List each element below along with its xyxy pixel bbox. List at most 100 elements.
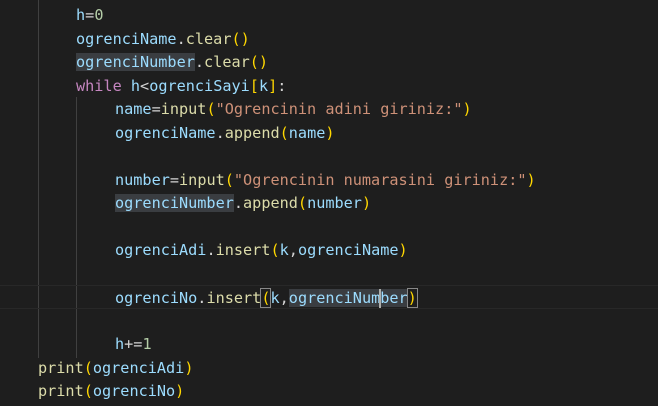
code-token: = bbox=[85, 6, 95, 24]
code-text: number=input("Ogrencinin numarasini giri… bbox=[115, 168, 536, 192]
code-token: k bbox=[258, 76, 269, 95]
code-token: ( bbox=[297, 194, 308, 212]
code-token: h bbox=[115, 335, 125, 353]
code-token: print bbox=[38, 358, 84, 377]
code-text: name=input("Ogrencinin adini giriniz:") bbox=[115, 97, 472, 121]
code-token: number bbox=[307, 194, 362, 212]
code-line[interactable]: name=input("Ogrencinin adini giriniz:") bbox=[0, 97, 658, 121]
code-line[interactable]: ogrenciName.append(name) bbox=[0, 121, 658, 145]
code-token: , bbox=[279, 289, 289, 307]
code-line[interactable]: print(ogrenciAdi) bbox=[0, 356, 658, 380]
code-text: ogrenciName.append(name) bbox=[115, 121, 335, 145]
code-token: ogrenciAdi bbox=[115, 241, 207, 259]
code-token: ) bbox=[526, 170, 536, 189]
code-editor[interactable]: h=0 ogrenciName.clear() ogrenciNumber.clea… bbox=[0, 0, 658, 406]
code-token: "Ogrencinin numarasini giriniz:" bbox=[233, 170, 527, 189]
code-line[interactable] bbox=[0, 215, 658, 239]
code-token: ogrenciNumber bbox=[288, 289, 408, 308]
code-token: print bbox=[38, 382, 84, 400]
code-token: h bbox=[76, 6, 86, 24]
code-token: . bbox=[194, 53, 205, 71]
code-line[interactable]: print(ogrenciNo) bbox=[0, 379, 658, 403]
code-line[interactable] bbox=[0, 309, 658, 333]
code-token: name bbox=[288, 123, 326, 142]
text-cursor bbox=[379, 289, 382, 308]
code-token: ) bbox=[325, 123, 335, 142]
code-line[interactable]: h=0 bbox=[0, 3, 658, 27]
code-token: ) bbox=[406, 288, 418, 308]
code-token: ) bbox=[184, 358, 194, 377]
code-token: insert bbox=[215, 241, 271, 259]
code-text: ogrenciName.clear() bbox=[76, 27, 250, 51]
code-token: while bbox=[76, 76, 122, 95]
code-text: ogrenciNumber.append(number) bbox=[115, 191, 371, 215]
code-text: print(ogrenciNo) bbox=[38, 379, 184, 403]
code-token: append bbox=[243, 194, 298, 212]
code-token: = bbox=[169, 170, 180, 189]
code-token: clear bbox=[185, 29, 232, 48]
code-token: ( bbox=[83, 382, 93, 400]
code-text: while h<ogrenciSayi[k]: bbox=[76, 74, 286, 98]
code-token: . bbox=[233, 194, 244, 212]
code-token: ) bbox=[361, 194, 372, 212]
code-token: ( bbox=[224, 170, 234, 189]
code-line[interactable]: number=input("Ogrencinin numarasini giri… bbox=[0, 168, 658, 192]
code-token: ogrenciName bbox=[115, 123, 216, 142]
code-token: h bbox=[130, 76, 141, 95]
code-token: () bbox=[231, 29, 250, 48]
code-text: h=0 bbox=[76, 3, 103, 27]
code-line[interactable]: ogrenciName.clear() bbox=[0, 27, 658, 51]
code-token: ogrenciSayi bbox=[149, 76, 250, 95]
code-token: ogrenciNumber bbox=[115, 194, 234, 212]
code-token: < bbox=[140, 76, 150, 95]
code-line[interactable] bbox=[0, 262, 658, 286]
code-token: name bbox=[115, 100, 152, 118]
code-line[interactable]: ogrenciNo.insert(k,ogrenciNumber) bbox=[0, 285, 658, 309]
code-token: ( bbox=[270, 241, 280, 259]
code-line[interactable]: while h<ogrenciSayi[k]: bbox=[0, 74, 658, 98]
code-token: "Ogrencinin adini giriniz:" bbox=[215, 100, 463, 118]
code-token: ] bbox=[268, 76, 278, 95]
code-token: ( bbox=[206, 100, 216, 118]
code-token: append bbox=[224, 123, 280, 142]
code-token: input bbox=[160, 100, 207, 118]
code-token: . bbox=[176, 29, 186, 48]
code-line[interactable]: ogrenciNumber.append(number) bbox=[0, 191, 658, 215]
code-token: = bbox=[151, 100, 161, 118]
code-token: [ bbox=[249, 76, 259, 95]
code-token: ogrenciAdi bbox=[92, 358, 185, 377]
code-token: clear bbox=[204, 53, 250, 71]
code-text: ogrenciNo.insert(k,ogrenciNumber) bbox=[115, 286, 418, 310]
code-token: . bbox=[215, 123, 225, 142]
code-token: ) bbox=[175, 382, 185, 400]
code-token: () bbox=[249, 53, 269, 71]
code-token: ) bbox=[462, 100, 472, 118]
code-token: number bbox=[115, 170, 170, 189]
code-text: print(ogrenciAdi) bbox=[38, 356, 193, 380]
code-line[interactable] bbox=[0, 144, 658, 168]
code-text: h+=1 bbox=[115, 332, 152, 356]
code-token: += bbox=[124, 335, 143, 353]
code-token: ( bbox=[279, 123, 289, 142]
code-token: ogrenciNo bbox=[115, 289, 198, 307]
code-token: ( bbox=[83, 358, 93, 377]
code-token: ogrenciNo bbox=[92, 382, 176, 400]
code-token: ogrenciName bbox=[297, 241, 399, 259]
code-token: k bbox=[270, 289, 280, 307]
code-token: : bbox=[277, 76, 287, 95]
code-token: ogrenciName bbox=[76, 29, 177, 48]
code-token: . bbox=[206, 241, 216, 259]
code-line[interactable]: h+=1 bbox=[0, 332, 658, 356]
code-token: input bbox=[179, 170, 225, 189]
code-line[interactable]: ogrenciAdi.insert(k,ogrenciName) bbox=[0, 238, 658, 262]
code-token: k bbox=[279, 241, 289, 259]
code-text: ogrenciNumber.clear() bbox=[76, 50, 268, 74]
code-text: ogrenciAdi.insert(k,ogrenciName) bbox=[115, 238, 408, 262]
code-token: 1 bbox=[142, 335, 152, 353]
code-token: 0 bbox=[94, 6, 104, 24]
code-token: ) bbox=[398, 241, 408, 259]
code-token: ogrenciNumber bbox=[76, 53, 195, 71]
code-line[interactable]: ogrenciNumber.clear() bbox=[0, 50, 658, 74]
code-token: , bbox=[288, 241, 298, 259]
